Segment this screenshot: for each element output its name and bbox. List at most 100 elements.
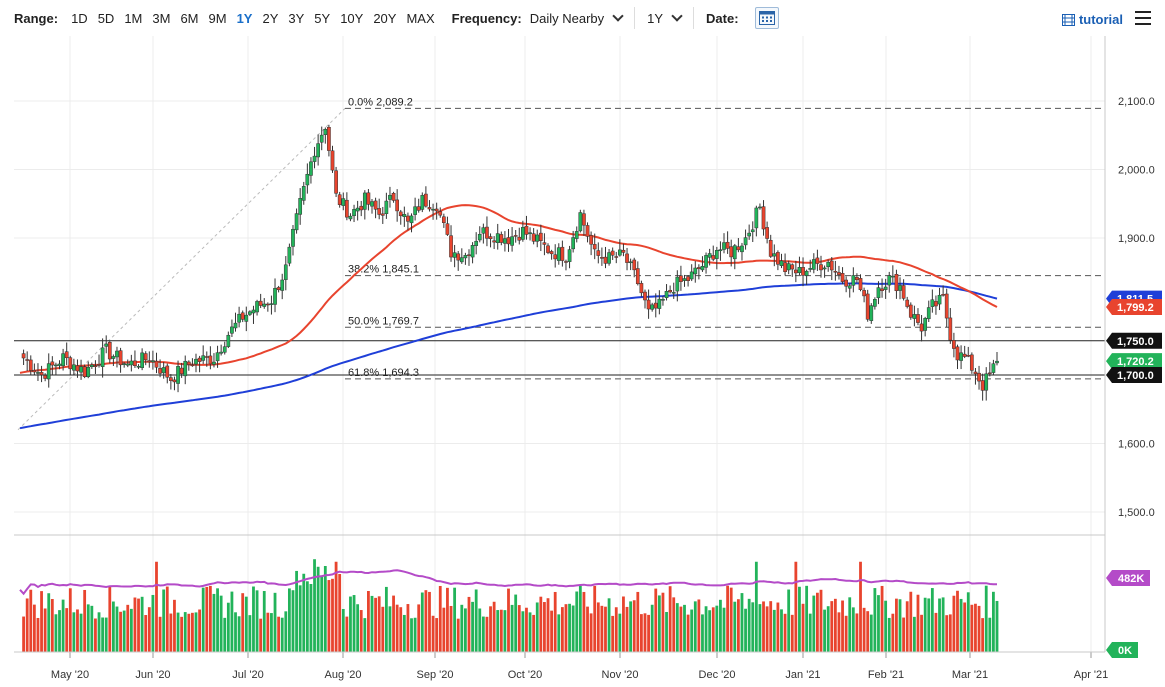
candle-body	[298, 198, 303, 215]
candle-body	[488, 236, 493, 240]
candle-body	[754, 207, 759, 229]
range-9m-button[interactable]: 9M	[209, 11, 227, 26]
range-1d-button[interactable]: 1D	[71, 11, 88, 26]
volume-bar	[801, 603, 805, 652]
candle-body	[617, 249, 622, 256]
candle-body	[61, 353, 65, 367]
volume-bar	[359, 610, 363, 652]
volume-bar	[611, 615, 615, 652]
candle-body	[794, 269, 798, 274]
candle-body	[370, 201, 374, 207]
volume-bar	[442, 607, 446, 652]
candle-body	[477, 233, 482, 241]
volume-bar	[833, 598, 837, 652]
volume-bar	[212, 593, 216, 652]
volume-bar	[115, 606, 119, 652]
candle-body	[521, 227, 525, 240]
candle-body	[707, 253, 712, 258]
candle-body	[140, 352, 144, 368]
range-20y-button[interactable]: 20Y	[373, 11, 396, 26]
range-10y-button[interactable]: 10Y	[340, 11, 363, 26]
range-5y-button[interactable]: 5Y	[314, 11, 330, 26]
candle-body	[894, 273, 899, 292]
candle-body	[97, 364, 101, 366]
y-tick-label: 1,600.0	[1118, 439, 1155, 451]
candle-body	[362, 192, 367, 210]
volume-bar	[507, 588, 510, 652]
candle-body	[840, 273, 845, 282]
volume-bar	[126, 604, 130, 652]
volume-bar	[191, 612, 194, 652]
volume-bar	[607, 598, 611, 652]
range-max-button[interactable]: MAX	[406, 11, 434, 26]
volume-bar	[467, 596, 471, 652]
volume-bar	[287, 588, 291, 652]
volume-bar	[736, 599, 740, 652]
candle-body	[212, 361, 216, 365]
candle-body	[194, 358, 198, 365]
range-3y-button[interactable]: 3Y	[288, 11, 304, 26]
range-6m-button[interactable]: 6M	[180, 11, 198, 26]
candle-body	[93, 365, 98, 367]
volume-bar	[208, 585, 212, 652]
candle-body	[427, 207, 432, 210]
volume-bar	[97, 612, 101, 652]
volume-bar	[180, 616, 184, 652]
candle-body	[578, 212, 583, 232]
range-1y-button[interactable]: 1Y	[237, 11, 253, 26]
volume-bar	[101, 617, 105, 652]
volume-bar	[693, 601, 697, 652]
range-1m-button[interactable]: 1M	[124, 11, 142, 26]
volume-bar	[747, 598, 751, 652]
range-5d-button[interactable]: 5D	[98, 11, 115, 26]
price-chart[interactable]: 0.0% 2,089.2 38.2% 1,845.1 50.0% 1,769.7 61…	[0, 36, 1165, 687]
volume-bar	[855, 613, 859, 652]
volume-bar	[266, 612, 270, 652]
candle-body	[319, 134, 324, 143]
volume-bar	[158, 616, 162, 652]
candle-body	[542, 242, 547, 245]
candle-body	[628, 261, 633, 264]
volume-bar	[169, 613, 173, 652]
volume-bar	[277, 616, 281, 652]
volume-bar	[751, 602, 755, 652]
range-2y-button[interactable]: 2Y	[262, 11, 278, 26]
volume-bar	[704, 606, 708, 652]
volume-bar	[884, 600, 888, 652]
candlesticks	[21, 124, 999, 401]
candle-body	[345, 199, 349, 218]
volume-bar	[40, 591, 43, 652]
candle-body	[409, 215, 414, 224]
tutorial-link[interactable]: tutorial	[1061, 12, 1123, 27]
price-tag-label: 1,799.2	[1117, 302, 1154, 314]
candle-body	[722, 242, 726, 250]
volume-bar	[417, 604, 421, 652]
hamburger-menu-icon[interactable]	[1135, 11, 1151, 25]
volume-bar	[582, 591, 586, 652]
volume-bar	[79, 613, 83, 652]
candle-body	[348, 215, 353, 220]
volume-bar	[571, 605, 575, 652]
volume-bar	[381, 606, 385, 652]
period-dropdown[interactable]: 1Y	[647, 10, 683, 26]
candle-body	[513, 235, 518, 237]
volume-bar	[463, 608, 467, 652]
candle-body	[531, 233, 536, 242]
candle-body	[600, 257, 604, 259]
candle-body	[506, 237, 511, 245]
volume-bar	[873, 588, 877, 652]
candle-body	[176, 366, 180, 384]
calendar-icon[interactable]	[754, 7, 779, 29]
volume-bar	[205, 586, 209, 652]
volume-bar	[356, 604, 360, 652]
candle-body	[323, 129, 328, 135]
frequency-dropdown[interactable]: Daily Nearby	[530, 10, 624, 26]
volume-bar	[173, 599, 176, 652]
volume-bar	[86, 604, 90, 652]
candle-body	[865, 293, 870, 320]
volume-bar	[273, 592, 277, 652]
candle-body	[635, 268, 640, 285]
volume-bar	[474, 589, 478, 652]
range-3m-button[interactable]: 3M	[152, 11, 170, 26]
candle-body	[653, 302, 658, 309]
